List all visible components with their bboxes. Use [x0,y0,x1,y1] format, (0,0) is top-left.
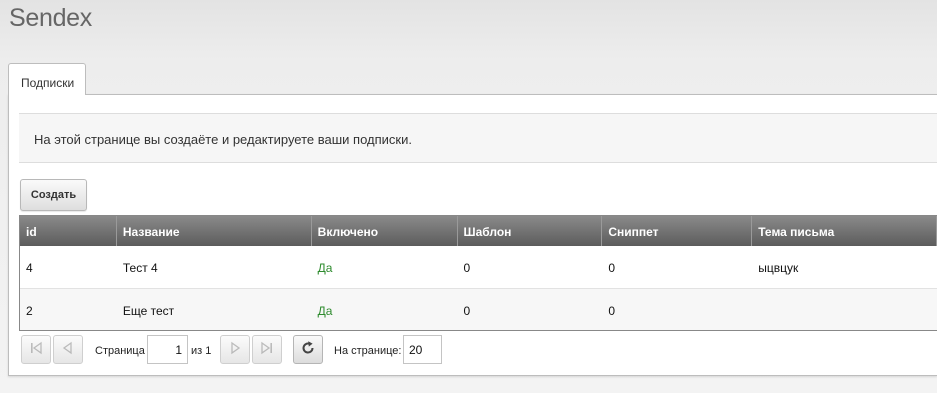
app-title: Sendex [9,4,92,32]
next-page-button[interactable] [220,335,250,364]
refresh-button[interactable] [293,335,323,364]
per-page-label: На странице: [334,345,402,357]
grid-header: id Название Включено Шаблон Сниппет Тема… [20,216,937,246]
page-label: Страница [95,345,145,357]
cell-name: Еще тест [122,304,175,318]
page-total-label: из 1 [191,345,212,357]
column-header-id[interactable]: id [20,216,117,246]
tab-subscriptions[interactable]: Подписки [8,63,86,95]
cell-id: 4 [26,261,33,275]
cell-subject [752,289,937,330]
last-page-icon [260,341,274,358]
per-page-input[interactable] [403,335,442,364]
column-header-subject[interactable]: Тема письма [752,216,937,246]
page-number-input[interactable] [147,335,188,364]
pagination-toolbar: Страница из 1 На странице: [19,332,937,368]
refresh-icon [300,340,316,359]
subscriptions-grid: id Название Включено Шаблон Сниппет Тема… [19,215,937,331]
prev-page-icon [61,341,75,358]
next-page-icon [228,341,242,358]
first-page-icon [29,341,43,358]
cell-subject: ыцвцук [758,261,799,275]
column-header-name[interactable]: Название [117,216,312,246]
last-page-button[interactable] [252,335,282,364]
info-text: На этой странице вы создаёте и редактиру… [34,132,412,147]
create-button[interactable]: Создать [20,179,87,211]
cell-snippet: 0 [608,304,616,318]
cell-name: Тест 4 [122,261,158,275]
cell-enabled: Да [317,261,333,275]
first-page-button[interactable] [21,335,51,364]
prev-page-button[interactable] [53,335,83,364]
info-message: На этой странице вы создаёте и редактиру… [19,113,937,163]
column-header-snippet[interactable]: Сниппет [602,216,753,246]
cell-snippet: 0 [608,261,616,275]
column-header-template[interactable]: Шаблон [458,216,603,246]
cell-template: 0 [463,261,471,275]
cell-enabled: Да [317,304,333,318]
cell-template: 0 [463,304,471,318]
cell-id: 2 [26,304,33,318]
table-row[interactable]: 4 Тест 4 Да 0 0 ыцвцук [20,246,937,288]
column-header-enabled[interactable]: Включено [312,216,458,246]
table-row[interactable]: 2 Еще тест Да 0 0 [20,288,937,330]
